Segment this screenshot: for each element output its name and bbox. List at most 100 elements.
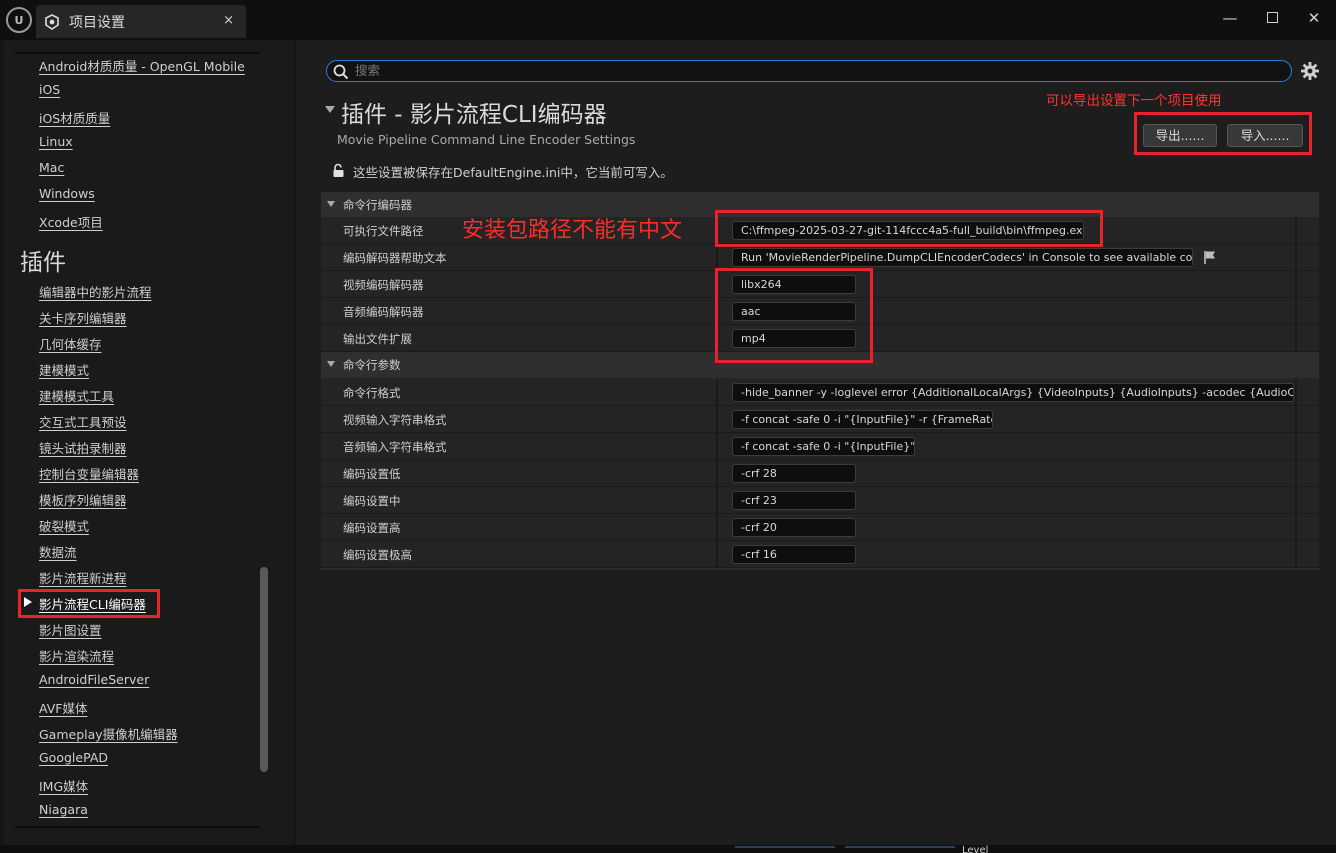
name-cell: 编码设置低 [321, 460, 718, 486]
project-settings-icon [45, 13, 59, 30]
close-window-button[interactable]: ✕ [1304, 8, 1324, 28]
tab-project-settings[interactable]: 项目设置 × [36, 5, 246, 38]
annotation-highlight [18, 589, 160, 618]
encode-low-field[interactable]: -crf 28 [732, 464, 856, 483]
sidebar-item[interactable]: Windows [39, 186, 95, 201]
property-name: 视频编码解码器 [343, 278, 424, 292]
sidebar-item[interactable]: 几何体缓存 [39, 334, 102, 353]
sidebar-item[interactable]: 模板序列编辑器 [39, 490, 127, 509]
gear-icon[interactable] [1300, 61, 1320, 81]
sidebar-item[interactable]: 编辑器中的影片流程 [39, 282, 152, 301]
name-cell: 编码设置高 [321, 514, 718, 540]
property-name: 可执行文件路径 [343, 224, 424, 238]
sidebar-item[interactable]: AVF媒体 [39, 698, 88, 717]
export-annotation: 可以导出设置下一个项目使用 [1046, 93, 1222, 109]
name-cell: 编码设置中 [321, 487, 718, 513]
category-label: 命令行参数 [343, 358, 401, 372]
sidebar-item[interactable]: 破裂模式 [39, 516, 89, 535]
search-input[interactable] [355, 61, 1275, 80]
table-row: 命令行格式 -hide_banner -y -loglevel error {A… [321, 379, 1319, 406]
status-indicator [845, 846, 955, 848]
collapse-arrow-icon[interactable] [327, 361, 335, 367]
column-divider [1295, 433, 1297, 459]
sidebar-item[interactable]: Xcode项目 [39, 212, 103, 231]
name-cell: 编码设置极高 [321, 541, 718, 567]
flag-icon[interactable] [1203, 250, 1217, 264]
column-divider [1295, 244, 1297, 270]
sidebar-item[interactable]: Gameplay摄像机编辑器 [39, 724, 178, 743]
annotation-highlight [715, 268, 873, 363]
property-name: 视频输入字符串格式 [343, 413, 447, 427]
level-label: Level [962, 845, 989, 853]
column-divider [1295, 217, 1297, 243]
search-icon [333, 64, 349, 80]
name-cell: 命令行格式 [321, 379, 718, 405]
maximize-button[interactable] [1262, 8, 1282, 28]
name-cell: 输出文件扩展 [321, 325, 718, 351]
property-name: 音频编码解码器 [343, 305, 424, 319]
column-divider [1295, 298, 1297, 324]
sidebar-item[interactable]: 影片渲染流程 [39, 646, 114, 665]
collapse-arrow-icon[interactable] [327, 201, 335, 207]
sidebar-item[interactable]: 镜头试拍录制器 [39, 438, 127, 457]
page-title: 插件 - 影片流程CLI编码器 [341, 102, 607, 128]
sidebar-item[interactable]: Niagara [39, 802, 88, 817]
column-divider [1295, 379, 1297, 405]
search-box[interactable] [326, 60, 1292, 82]
table-row: 编码设置极高 -crf 16 [321, 541, 1319, 568]
category-label: 命令行编码器 [343, 198, 412, 212]
sidebar-item[interactable]: iOS [39, 82, 60, 97]
video-input-format-field[interactable]: -f concat -safe 0 -i "{InputFile}" -r {F… [732, 410, 993, 429]
sidebar-item[interactable]: iOS材质质量 [39, 108, 110, 127]
table-row: 视频输入字符串格式 -f concat -safe 0 -i "{InputFi… [321, 406, 1319, 433]
column-divider [1295, 487, 1297, 513]
sidebar-item[interactable]: 数据流 [39, 542, 77, 561]
name-cell: 编码解码器帮助文本 [321, 244, 718, 270]
sidebar-item[interactable]: 交互式工具预设 [39, 412, 127, 431]
sidebar-divider [14, 826, 260, 828]
maximize-icon [1266, 12, 1278, 23]
page-subtitle: Movie Pipeline Command Line Encoder Sett… [337, 132, 636, 147]
sidebar-item[interactable]: AndroidFileServer [39, 672, 149, 687]
collapse-arrow-icon[interactable] [325, 106, 335, 113]
unreal-logo-icon[interactable]: U [6, 7, 32, 33]
codec-help-text-field[interactable]: Run 'MovieRenderPipeline.DumpCLIEncoderC… [732, 248, 1193, 267]
command-line-format-field[interactable]: -hide_banner -y -loglevel error {Additio… [732, 383, 1294, 402]
title-bar: U 项目设置 × — ✕ [0, 0, 1336, 40]
minimize-button[interactable]: — [1220, 8, 1240, 28]
property-name: 编码设置极高 [343, 548, 412, 562]
sidebar-divider [14, 52, 260, 54]
import-button[interactable]: 导入...... [1227, 124, 1303, 147]
annotation-highlight [715, 210, 1103, 247]
sidebar-item[interactable]: GooglePAD [39, 750, 108, 765]
encode-medium-field[interactable]: -crf 23 [732, 491, 856, 510]
export-button[interactable]: 导出...... [1143, 124, 1217, 147]
close-tab-icon[interactable]: × [223, 13, 234, 28]
table-row: 编码设置低 -crf 28 [321, 460, 1319, 487]
sidebar-item[interactable]: IMG媒体 [39, 776, 88, 795]
property-name: 编码设置高 [343, 521, 401, 535]
audio-input-format-field[interactable]: -f concat -safe 0 -i "{InputFile}" [732, 437, 915, 456]
encode-epic-field[interactable]: -crf 16 [732, 545, 856, 564]
sidebar-item[interactable]: 控制台变量编辑器 [39, 464, 139, 483]
sidebar-item[interactable]: 影片图设置 [39, 620, 102, 639]
column-divider [1295, 271, 1297, 297]
name-cell: 视频编码解码器 [321, 271, 718, 297]
sidebar-scrollbar[interactable] [260, 567, 268, 772]
sidebar-item[interactable]: Mac [39, 160, 64, 175]
sidebar-item[interactable]: 影片流程新进程 [39, 568, 127, 587]
property-name: 输出文件扩展 [343, 332, 412, 346]
encode-high-field[interactable]: -crf 20 [732, 518, 856, 537]
sidebar-item[interactable]: 关卡序列编辑器 [39, 308, 127, 327]
sidebar-item[interactable]: 建模模式工具 [39, 386, 114, 405]
sidebar-item[interactable]: Linux [39, 134, 73, 149]
property-name: 编码设置中 [343, 494, 401, 508]
column-divider [1295, 325, 1297, 351]
sidebar-item[interactable]: Android材质质量 - OpenGL Mobile [39, 56, 245, 75]
property-name: 命令行格式 [343, 386, 401, 400]
sidebar-item[interactable]: 建模模式 [39, 360, 89, 379]
column-divider [1295, 541, 1297, 567]
sidebar-section-plugins: 插件 [20, 250, 66, 276]
property-name: 编码解码器帮助文本 [343, 251, 447, 265]
table-row: 音频输入字符串格式 -f concat -safe 0 -i "{InputFi… [321, 433, 1319, 460]
